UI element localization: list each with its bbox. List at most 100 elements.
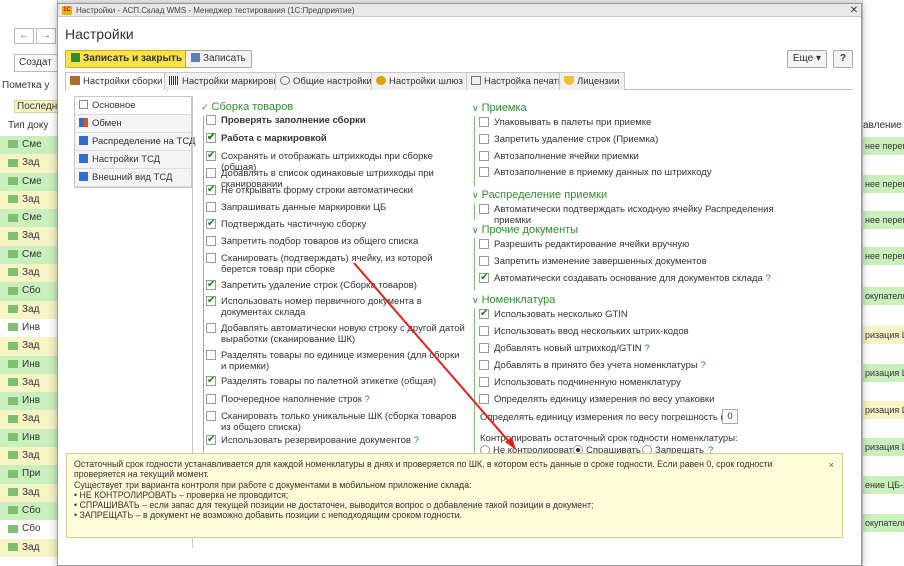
checkbox-empty-icon[interactable]	[479, 394, 489, 404]
help-icon[interactable]: ?	[765, 273, 770, 284]
group-receiving-distribution-header[interactable]: ∨ Распределение приемки	[472, 189, 607, 201]
checkbox-empty-icon[interactable]	[206, 411, 216, 421]
checkbox-empty-icon[interactable]	[479, 117, 489, 127]
setting-checkbox[interactable]: Добавлять новый штрихкод/GTIN ?	[479, 343, 799, 354]
background-table-row[interactable]: Сбо	[0, 520, 58, 539]
checkbox-checked-icon[interactable]	[206, 150, 216, 161]
setting-checkbox[interactable]: Использовать резервирование документов ?	[206, 434, 466, 446]
setting-checkbox[interactable]: Подтверждать частичную сборку	[206, 218, 466, 230]
sidebar-item-main[interactable]: Основное	[75, 97, 191, 115]
background-table-row[interactable]: Сме	[0, 136, 58, 155]
setting-checkbox[interactable]: Добавлять автоматически новую строку с д…	[206, 323, 466, 345]
checkbox-empty-icon[interactable]	[479, 256, 489, 266]
background-table-row[interactable]: Зад	[0, 538, 58, 557]
setting-checkbox[interactable]: Не открывать форму строки автоматически	[206, 184, 466, 196]
setting-checkbox[interactable]: Разрешить редактирование ячейки вручную	[479, 239, 799, 250]
checkbox-empty-icon[interactable]	[479, 151, 489, 161]
checkbox-empty-icon[interactable]	[206, 236, 216, 246]
tab-marking-settings[interactable]: Настройки маркировки	[164, 72, 289, 90]
setting-checkbox[interactable]: Использовать подчиненную номенклатуру	[479, 377, 799, 388]
background-table-row[interactable]: Зад	[0, 373, 58, 393]
setting-checkbox[interactable]: Запретить подбор товаров из общего списк…	[206, 236, 466, 247]
setting-checkbox[interactable]: Определять единицу измерения по весу упа…	[479, 394, 799, 405]
tab-gateway-settings[interactable]: Настройки шлюз	[371, 72, 469, 90]
group-receiving-header[interactable]: ∨ Приемка	[472, 102, 527, 114]
background-table-row[interactable]: Зад	[0, 483, 58, 502]
checkbox-checked-icon[interactable]	[206, 434, 216, 445]
setting-checkbox[interactable]: Автозаполнение в приемку данных по штрих…	[479, 167, 799, 178]
group-assembly-header[interactable]: ✓ Сборка товаров	[201, 101, 293, 113]
checkbox-checked-icon[interactable]	[206, 295, 216, 306]
checkbox-empty-icon[interactable]	[206, 115, 216, 125]
background-table-row[interactable]: Зад	[0, 190, 58, 210]
tab-assembly-settings[interactable]: Настройки сборки	[65, 72, 169, 91]
help-icon[interactable]: ?	[700, 360, 705, 371]
background-create-button[interactable]: Создат	[14, 54, 62, 72]
help-icon[interactable]: ?	[414, 435, 419, 446]
background-table-row[interactable]: Инв	[0, 428, 58, 448]
sidebar-item-tsd-appearance[interactable]: Внешний вид ТСД	[75, 169, 191, 187]
setting-checkbox[interactable]: Поочередное наполнение строк ?	[206, 394, 466, 405]
checkbox-checked-icon[interactable]	[206, 132, 216, 143]
sidebar-item-exchange[interactable]: Обмен	[75, 115, 191, 133]
close-icon[interactable]: ✕	[847, 5, 861, 16]
setting-checkbox[interactable]: Запретить изменение завершенных документ…	[479, 256, 799, 267]
background-table-row[interactable]: Зад	[0, 337, 58, 356]
tab-print-settings[interactable]: Настройка печати	[466, 72, 570, 90]
more-button[interactable]: Еще ▾	[786, 50, 827, 68]
setting-checkbox[interactable]: Разделять товары по единице измерения (д…	[206, 350, 466, 372]
tab-general-settings[interactable]: Общие настройки	[275, 72, 378, 90]
setting-checkbox[interactable]: Использовать номер первичного документа …	[206, 295, 466, 318]
checkbox-checked-icon[interactable]	[206, 279, 216, 290]
background-type-column-header[interactable]: Тип доку	[8, 120, 64, 131]
setting-checkbox[interactable]: Проверять заполнение сборки	[206, 115, 466, 126]
background-table-row[interactable]: Зад	[0, 300, 58, 319]
setting-checkbox[interactable]: Запретить удаление строк (Сборка товаров…	[206, 279, 466, 291]
background-table-row[interactable]: Сме	[0, 209, 58, 228]
setting-checkbox[interactable]: Запрашивать данные маркировки ЦБ	[206, 202, 466, 213]
setting-checkbox[interactable]: Использовать несколько GTIN	[479, 308, 799, 320]
setting-checkbox[interactable]: Автозаполнение ячейки приемки	[479, 151, 799, 162]
background-table-row[interactable]: Сбо	[0, 501, 58, 521]
background-table-row[interactable]: Инв	[0, 318, 58, 338]
background-table-row[interactable]: Сбо	[0, 282, 58, 301]
background-table-row[interactable]: Зад	[0, 264, 58, 283]
setting-checkbox[interactable]: Работа с маркировкой	[206, 132, 466, 144]
checkbox-checked-icon[interactable]	[206, 218, 216, 229]
setting-checkbox[interactable]: Разделять товары по палетной этикетке (о…	[206, 375, 466, 387]
checkbox-checked-icon[interactable]	[206, 375, 216, 386]
back-icon[interactable]: ←	[14, 28, 34, 44]
checkbox-empty-icon[interactable]	[206, 253, 216, 263]
setting-checkbox[interactable]: Сканировать (подтверждать) ячейку, из ко…	[206, 253, 466, 275]
help-icon[interactable]: ?	[365, 394, 370, 405]
sidebar-item-tsd-settings[interactable]: Настройки ТСД	[75, 151, 191, 169]
sidebar-item-tsd-distribution[interactable]: Распределение на ТСД	[75, 133, 195, 151]
checkbox-empty-icon[interactable]	[479, 134, 489, 144]
background-table-row[interactable]: Зад	[0, 154, 58, 173]
help-icon[interactable]: ?	[644, 343, 649, 354]
setting-checkbox[interactable]: Упаковывать в палеты при приемке	[479, 117, 799, 128]
forward-icon[interactable]: →	[36, 28, 56, 44]
checkbox-empty-icon[interactable]	[479, 360, 489, 370]
checkbox-empty-icon[interactable]	[479, 343, 489, 353]
checkbox-empty-icon[interactable]	[206, 202, 216, 212]
setting-checkbox[interactable]: Автоматически подтверждать исходную ячей…	[479, 204, 799, 226]
checkbox-empty-icon[interactable]	[206, 350, 216, 360]
save-button[interactable]: Записать	[185, 50, 252, 68]
checkbox-checked-icon[interactable]	[206, 184, 216, 195]
background-table-row[interactable]: Сме	[0, 172, 58, 191]
background-table-row[interactable]: Зад	[0, 447, 58, 466]
checkbox-empty-icon[interactable]	[206, 394, 216, 404]
setting-checkbox[interactable]: Автоматически создавать основание для до…	[479, 272, 799, 284]
checkbox-empty-icon[interactable]	[479, 204, 489, 214]
setting-checkbox[interactable]: Использовать ввод нескольких штрих-кодов	[479, 326, 799, 337]
tab-licenses[interactable]: Лицензии	[559, 72, 626, 90]
checkbox-checked-icon[interactable]	[479, 272, 489, 283]
tooltip-close-icon[interactable]: ×	[829, 460, 834, 470]
checkbox-empty-icon[interactable]	[479, 167, 489, 177]
setting-checkbox[interactable]: Добавлять в принято без учета номенклату…	[479, 360, 799, 371]
checkbox-empty-icon[interactable]	[479, 239, 489, 249]
save-and-close-button[interactable]: Записать и закрыть	[65, 50, 189, 68]
checkbox-checked-icon[interactable]	[479, 308, 489, 319]
checkbox-empty-icon[interactable]	[206, 168, 216, 178]
